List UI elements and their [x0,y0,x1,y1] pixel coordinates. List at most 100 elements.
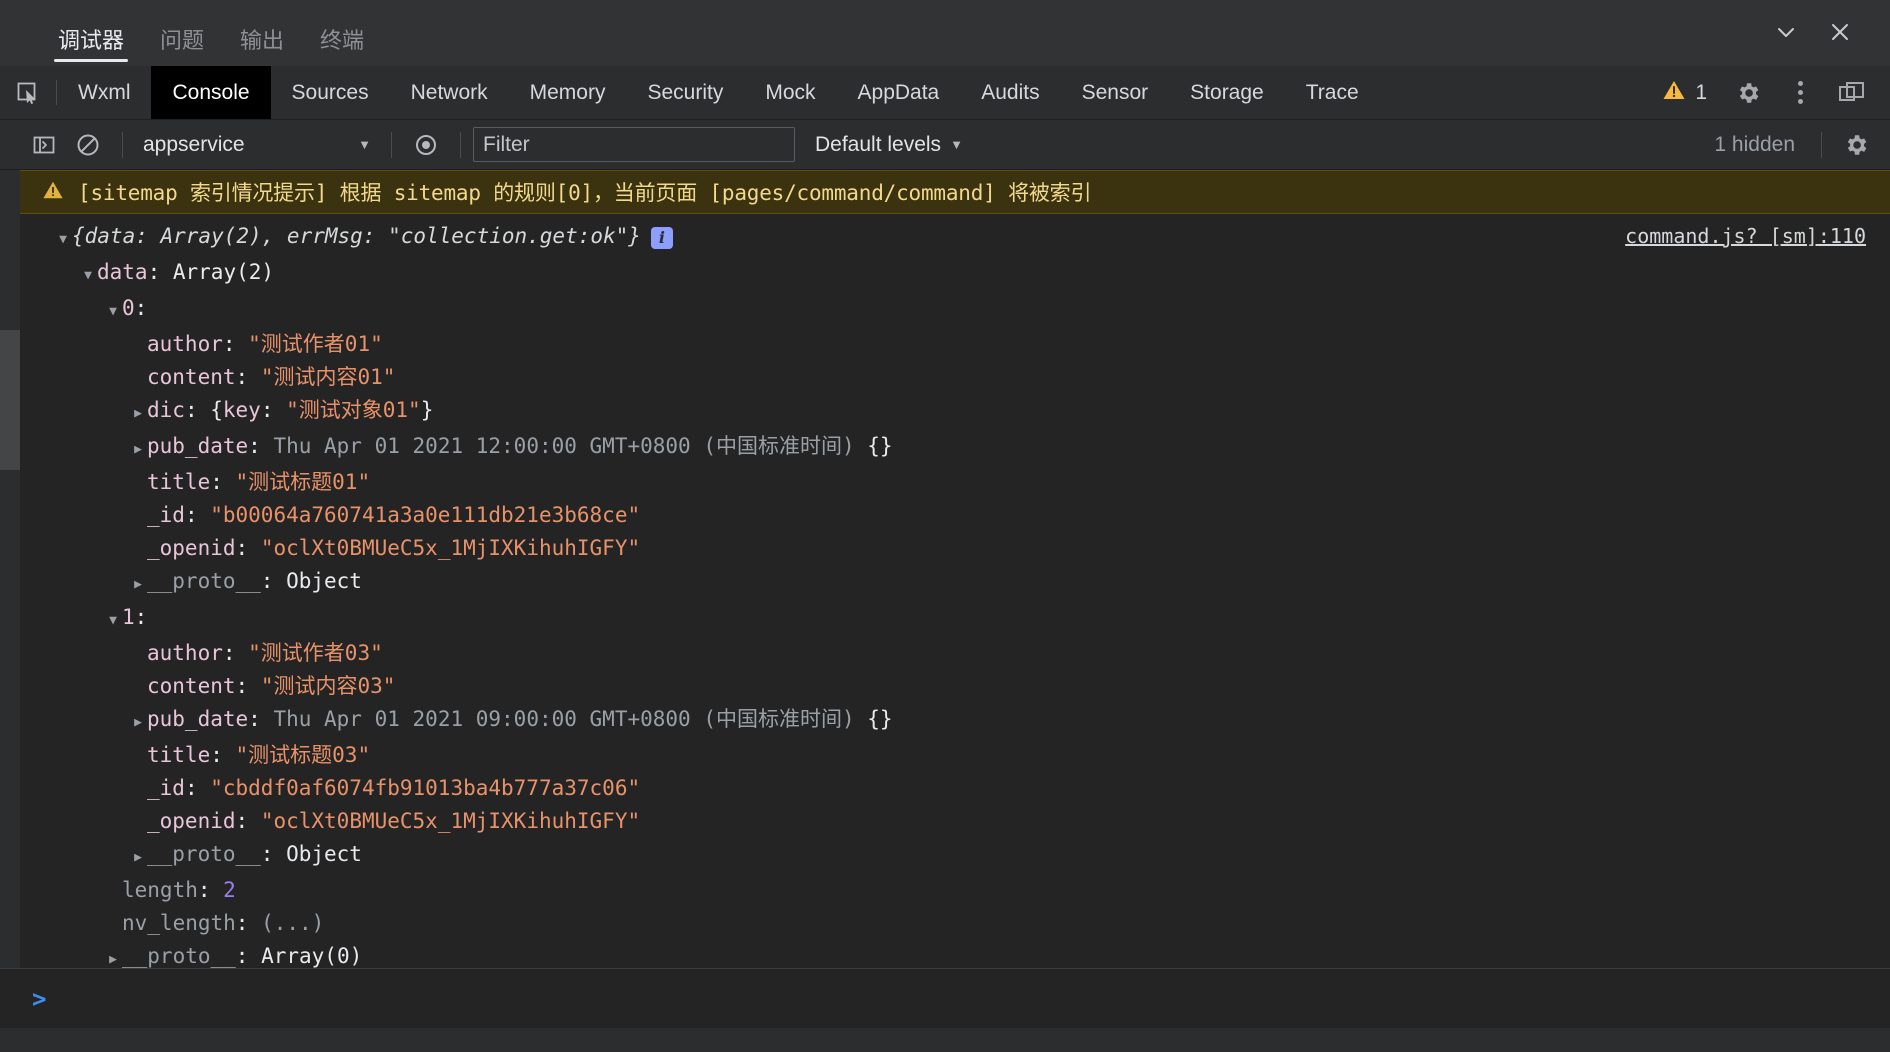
clear-console-icon[interactable] [66,123,110,167]
devtools-tab-sensor[interactable]: Sensor [1061,66,1170,119]
chevron-down-icon[interactable] [1764,12,1808,52]
tree-token-plain: : [134,296,148,320]
live-expression-icon[interactable] [404,123,448,167]
tree-row[interactable]: ▼ 1: [20,601,1890,637]
tree-row[interactable]: title: "测试标题03" [20,739,1890,772]
devtools-tab-network[interactable]: Network [390,66,509,119]
execution-context-selector[interactable]: appservice ▼ [135,133,379,157]
devtools-tab-sources[interactable]: Sources [271,66,390,119]
tree-token-plain: : [235,674,261,698]
tree-token-prop-dim: nv_length [122,911,236,935]
tree-row[interactable]: nv_length: (...) [20,907,1890,940]
expand-arrow-icon[interactable]: ▼ [56,223,70,256]
tree-row[interactable]: title: "测试标题01" [20,466,1890,499]
devtools-tab-trace[interactable]: Trace [1285,66,1380,119]
expand-arrow-icon[interactable]: ▶ [131,568,145,601]
console-message-list[interactable]: [sitemap 索引情况提示] 根据 sitemap 的规则[0]，当前页面 … [0,170,1890,968]
tree-row[interactable]: _id: "cbddf0af6074fb91013ba4b777a37c06" [20,772,1890,805]
console-sidebar-toggle-icon[interactable] [22,123,66,167]
tree-row[interactable]: ▶ dic: {key: "测试对象01"} [20,394,1890,430]
tree-token-str: "oclXt0BMUeC5x_1MjIXKihuhIGFY" [260,809,641,833]
prompt-chevron-icon: > [32,984,47,1013]
search-input[interactable] [473,127,795,162]
devtools-tab-wxml[interactable]: Wxml [57,66,151,119]
tree-row[interactable]: ▶ __proto__: Object [20,565,1890,601]
tree-token-prop: dic [147,398,185,422]
scrollbar-thumb[interactable] [0,330,20,470]
tree-row[interactable]: _openid: "oclXt0BMUeC5x_1MjIXKihuhIGFY" [20,805,1890,838]
tree-token-prop-dim: length [122,878,198,902]
tree-token-plain: : [184,503,211,527]
tree-token-str: "cbddf0af6074fb91013ba4b777a37c06" [210,776,641,800]
chevron-down-icon: ▼ [358,137,371,152]
divider [391,131,392,158]
tree-token-plain: {} [867,434,893,458]
bottom-strip [0,1028,1890,1052]
chevron-down-icon: ▼ [950,137,963,152]
devtools-tab-label: AppData [857,80,940,104]
tree-token-plain: : [260,398,287,422]
tree-row[interactable]: ▶ pub_date: Thu Apr 01 2021 12:00:00 GMT+… [20,430,1890,466]
devtools-tab-audits[interactable]: Audits [960,66,1060,119]
dock-panel-icon[interactable] [1826,66,1878,120]
tree-row[interactable]: content: "测试内容03" [20,670,1890,703]
expand-arrow-icon[interactable]: ▶ [131,433,145,466]
devtools-tab-console[interactable]: Console [151,66,271,119]
expand-arrow-icon[interactable]: ▶ [131,397,145,430]
console-warning-message[interactable]: [sitemap 索引情况提示] 根据 sitemap 的规则[0]，当前页面 … [20,170,1890,214]
tree-row[interactable]: _openid: "oclXt0BMUeC5x_1MjIXKihuhIGFY" [20,532,1890,565]
devtools-tab-memory[interactable]: Memory [509,66,627,119]
gear-icon[interactable] [1722,66,1774,120]
tree-token-plain: : [134,605,148,629]
devtools-tab-storage[interactable]: Storage [1169,66,1285,119]
tree-row[interactable]: ▶ __proto__: Array(0) [20,940,1890,968]
console-settings-gear-icon[interactable] [1834,123,1878,167]
tree-row[interactable]: ▼ data: Array(2) [20,256,1890,292]
window-tab-bar: 调试器 问题 输出 终端 [0,0,1890,66]
expand-arrow-icon[interactable]: ▶ [131,841,145,874]
tree-token-prop: _openid [147,536,236,560]
devtools-tab-label: Audits [981,80,1040,104]
devtools-tab-appdata[interactable]: AppData [837,66,961,119]
expand-arrow-icon[interactable]: ▶ [131,706,145,739]
tree-token-str: "测试标题01" [235,470,371,494]
divider [122,131,123,158]
source-link[interactable]: command.js? [sm]:110 [1625,224,1866,248]
tree-token-prop: key [222,398,261,422]
object-header-row[interactable]: ▼ {data: Array(2), errMsg: "collection.g… [20,220,1890,256]
window-tab-3[interactable]: 终端 [302,30,382,66]
tree-token-plain: : { [184,398,223,422]
tree-row[interactable]: ▶ pub_date: Thu Apr 01 2021 09:00:00 GMT+… [20,703,1890,739]
window-tab-1[interactable]: 问题 [142,30,222,66]
console-prompt-row[interactable]: > [0,968,1890,1028]
info-badge-icon[interactable]: i [650,226,673,249]
tree-row[interactable]: _id: "b00064a760741a3a0e111db21e3b68ce" [20,499,1890,532]
collapse-arrow-icon[interactable]: ▼ [106,295,120,328]
kebab-menu-icon[interactable] [1774,66,1826,120]
warning-count-indicator[interactable]: 1 [1648,78,1721,108]
tree-token-plain: : [197,878,224,902]
window-tab-2[interactable]: 输出 [222,30,302,66]
tree-token-prop: _openid [147,809,236,833]
tree-row[interactable]: content: "测试内容01" [20,361,1890,394]
tree-row[interactable]: ▼ 0: [20,292,1890,328]
tree-token-plain: : [260,842,287,866]
tree-token-prop-dim: __proto__ [122,944,236,968]
tree-row[interactable]: length: 2 [20,874,1890,907]
close-icon[interactable] [1818,12,1862,52]
tree-token-prop: pub_date [147,434,249,458]
window-tab-label: 调试器 [58,28,125,53]
tree-row[interactable]: author: "测试作者03" [20,637,1890,670]
window-tab-0[interactable]: 调试器 [40,30,142,66]
tree-token-prop: title [147,470,211,494]
expand-arrow-icon[interactable]: ▶ [106,943,120,968]
log-levels-selector[interactable]: Default levels ▼ [815,133,963,157]
tree-token-prop: pub_date [147,707,249,731]
inspect-element-icon[interactable] [0,66,56,119]
devtools-tab-security[interactable]: Security [626,66,744,119]
tree-row[interactable]: author: "测试作者01" [20,328,1890,361]
devtools-tab-mock[interactable]: Mock [744,66,836,119]
collapse-arrow-icon[interactable]: ▼ [81,259,95,292]
collapse-arrow-icon[interactable]: ▼ [106,604,120,637]
tree-row[interactable]: ▶ __proto__: Object [20,838,1890,874]
